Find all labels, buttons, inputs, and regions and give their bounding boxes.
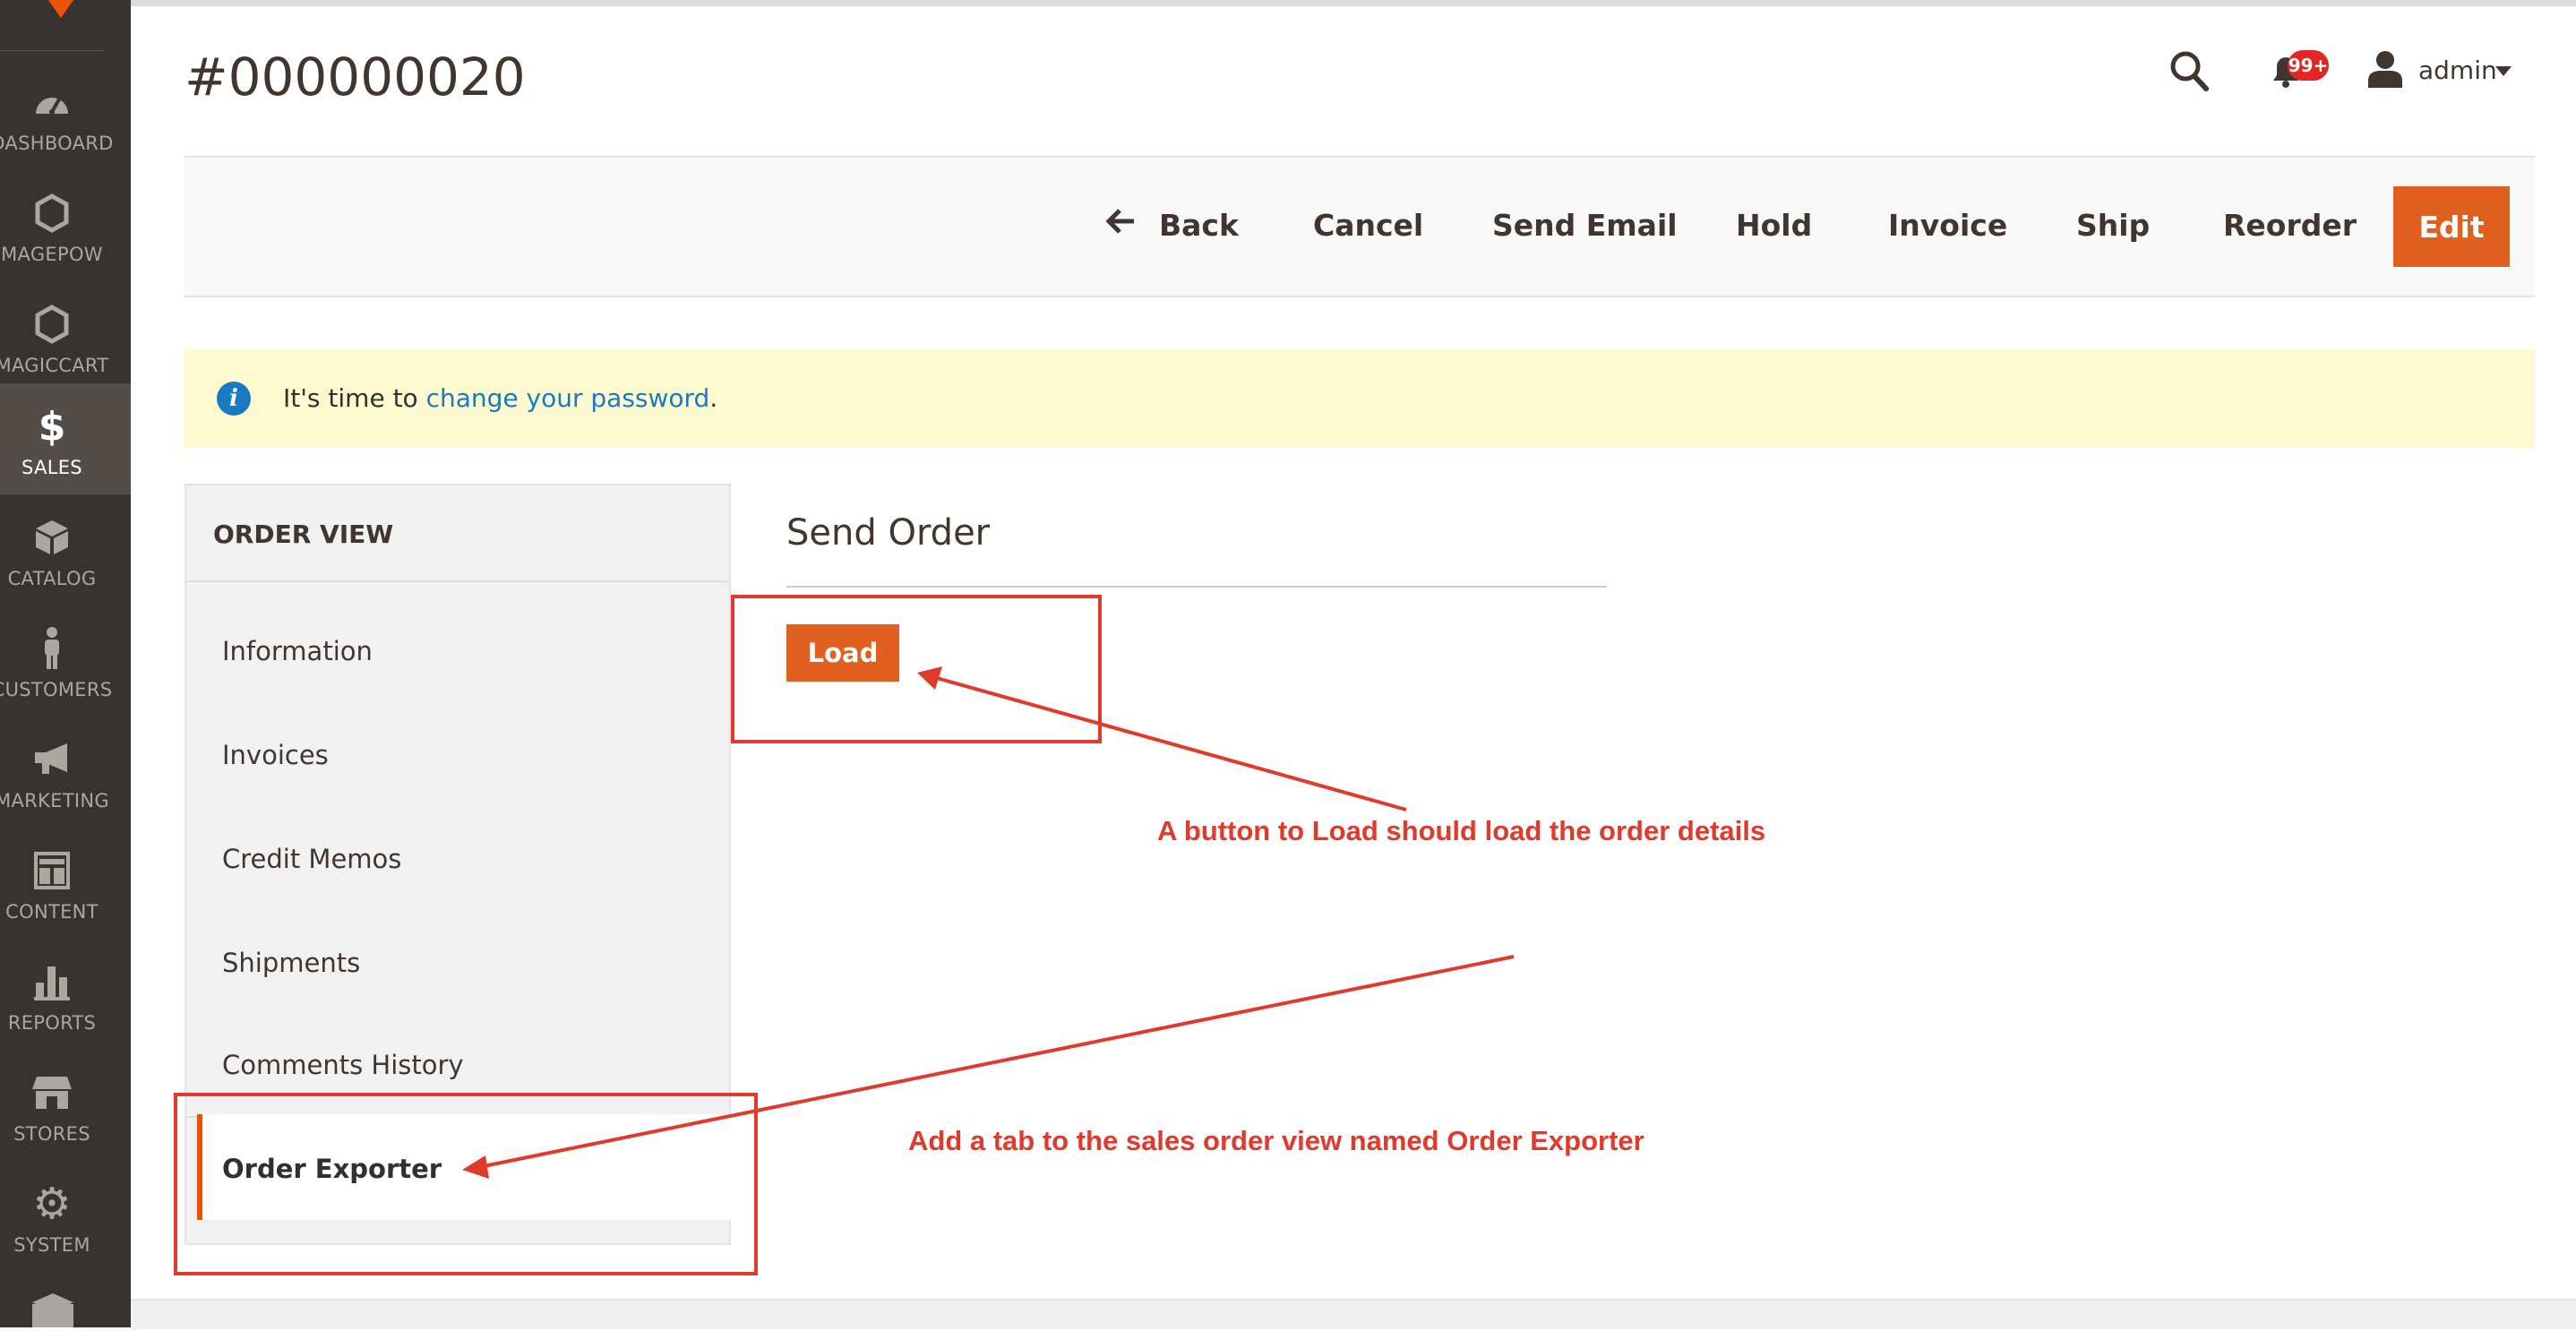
- annotation-load-note: A button to Load should load the order d…: [1157, 815, 1766, 846]
- annotation-tab-note: Add a tab to the sales order view named …: [908, 1125, 1644, 1156]
- footer-bar: [131, 1299, 2576, 1329]
